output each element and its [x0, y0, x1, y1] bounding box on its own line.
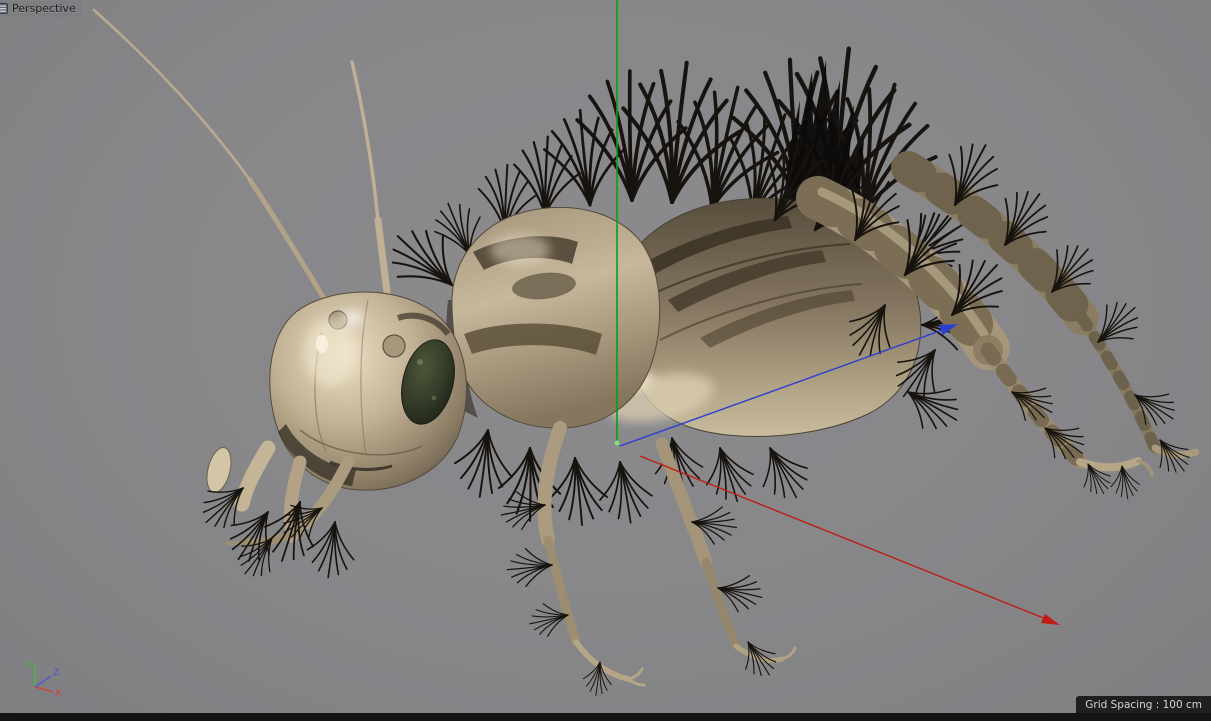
viewport-label[interactable]: Perspective [0, 1, 82, 17]
viewport-canvas[interactable] [0, 0, 1211, 721]
bottom-bar [0, 713, 1211, 721]
cricket-head [206, 291, 468, 543]
gizmo-y-label: Y [25, 661, 32, 671]
viewport[interactable]: Perspective Y Z X Grid Spacing : 100 cm [0, 0, 1211, 721]
viewport-label-text: Perspective [12, 2, 76, 15]
world-axis-gizmo: Y Z X [25, 661, 61, 699]
gizmo-x-label: X [55, 689, 61, 699]
view-menu-icon[interactable] [0, 3, 8, 14]
cricket-mid-legs [537, 421, 797, 687]
cricket-pronotum [446, 206, 661, 429]
cricket-palp [206, 447, 232, 493]
manipulator-x-arrowhead[interactable] [1041, 614, 1060, 625]
manipulator-origin[interactable] [614, 440, 620, 446]
cricket-model[interactable] [92, 8, 1200, 698]
gizmo-x-axis [34, 686, 54, 693]
gizmo-z-label: Z [53, 668, 59, 678]
gizmo-z-axis [34, 675, 52, 688]
